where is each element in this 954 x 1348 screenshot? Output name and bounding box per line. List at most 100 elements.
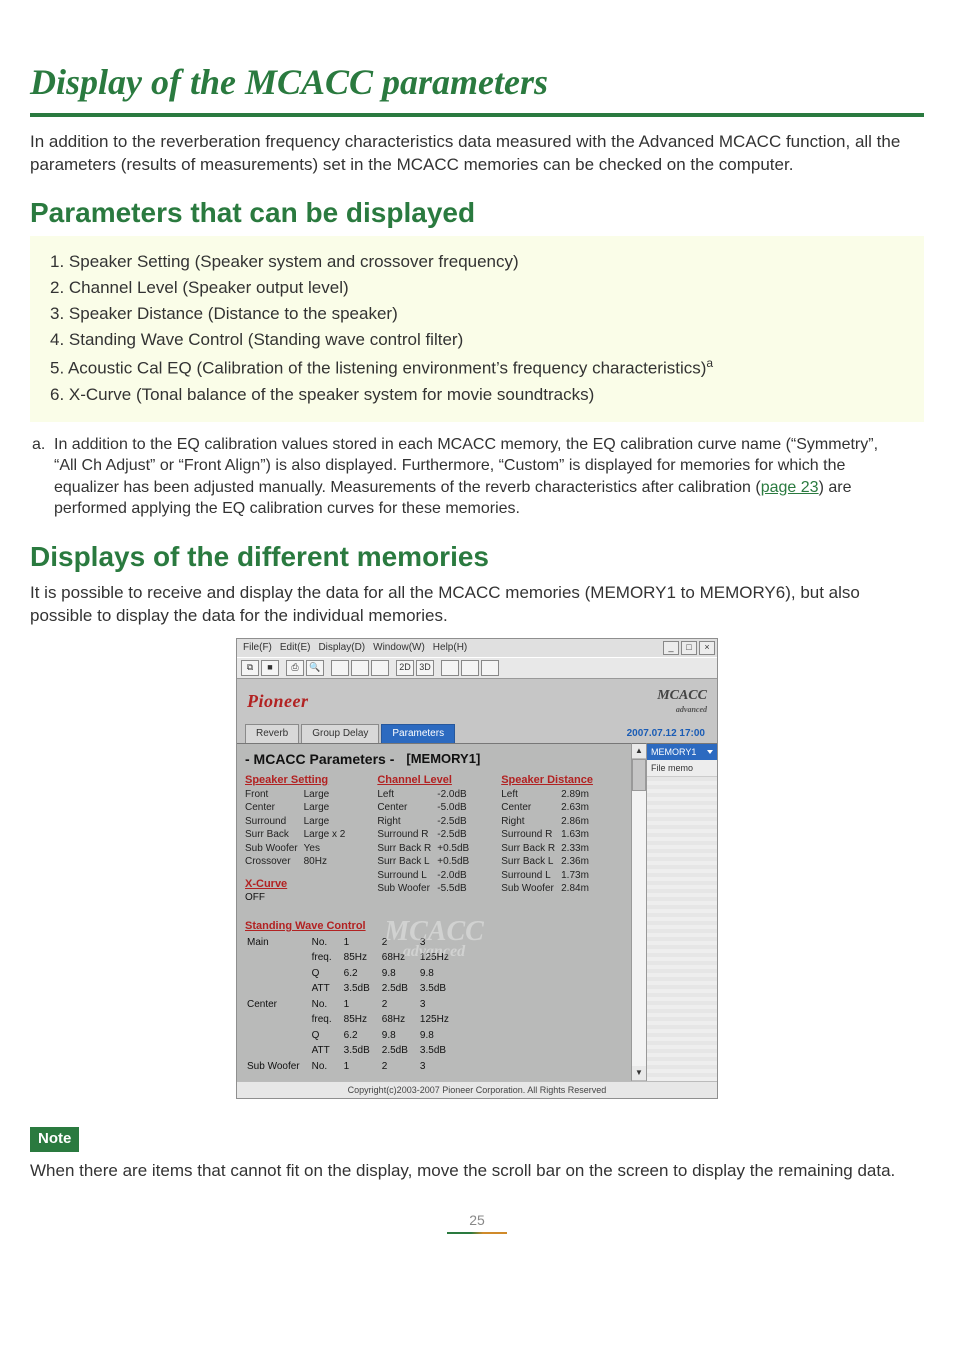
table-row: Q 6.2 9.8 9.8	[247, 967, 459, 981]
memory-selector[interactable]: MEMORY1	[647, 744, 717, 760]
table-row: Surr Back R2.33m	[501, 842, 595, 856]
note-text: When there are items that cannot fit on …	[30, 1160, 924, 1183]
page-number-rule	[447, 1232, 507, 1234]
table-row: Surr Back R+0.5dB	[377, 842, 475, 856]
table-row: Sub Woofer-5.5dB	[377, 882, 475, 896]
toolbar-open-icon[interactable]: ⧉	[241, 660, 259, 676]
table-row: ATT 3.5dB 2.5dB 3.5dB	[247, 1044, 459, 1058]
mcacc-logo-sub: advanced	[657, 705, 707, 716]
param-item-5: 5. Acoustic Cal EQ (Calibration of the l…	[50, 355, 904, 381]
toolbar-save-icon[interactable]: ■	[261, 660, 279, 676]
toolbar-btn-f-icon[interactable]	[481, 660, 499, 676]
table-row: Surround R1.63m	[501, 828, 595, 842]
table-row: Surr BackLarge x 2	[245, 828, 351, 842]
footnote-lead: a.	[32, 434, 54, 520]
side-panel: MEMORY1 File memo	[646, 743, 717, 1081]
table-row: CenterLarge	[245, 801, 351, 815]
parameters-panel: MCACC advanced - MCACC Parameters - [MEM…	[237, 743, 631, 1081]
mcacc-logo-text: MCACC	[657, 687, 707, 706]
app-toolbar: ⧉ ■ ⎙ 🔍 2D 3D	[237, 657, 717, 679]
table-row: Right2.86m	[501, 815, 595, 829]
scroll-up-icon[interactable]: ▲	[632, 744, 646, 759]
section-memories-heading: Displays of the different memories	[30, 538, 924, 576]
file-memo-label: File memo	[647, 760, 717, 777]
tab-parameters[interactable]: Parameters	[381, 724, 455, 743]
param-item-4: 4. Standing Wave Control (Standing wave …	[50, 329, 904, 352]
memory-label: [MEMORY1]	[406, 750, 480, 768]
param-item-1: 1. Speaker Setting (Speaker system and c…	[50, 251, 904, 274]
toolbar-2d-icon[interactable]: 2D	[396, 660, 414, 676]
footnote-a: a. In addition to the EQ calibration val…	[30, 428, 924, 520]
scroll-down-icon[interactable]: ▼	[632, 1066, 646, 1081]
chevron-down-icon	[707, 750, 713, 754]
tab-reverb[interactable]: Reverb	[245, 724, 299, 743]
table-row: Sub Woofer No. 1 2 3	[247, 1060, 459, 1074]
table-row: Right-2.5dB	[377, 815, 475, 829]
page-title: Display of the MCACC parameters	[30, 58, 924, 107]
param-item-5-superscript: a	[706, 356, 713, 370]
menu-window[interactable]: Window(W)	[373, 641, 425, 655]
footnote-body-pre: In addition to the EQ calibration values…	[54, 436, 878, 496]
param-list-box: 1. Speaker Setting (Speaker system and c…	[30, 236, 924, 421]
table-row: Center No. 1 2 3	[247, 998, 459, 1012]
menu-display[interactable]: Display(D)	[318, 641, 365, 655]
channel-level-heading: Channel Level	[377, 773, 475, 788]
table-row: Center2.63m	[501, 801, 595, 815]
side-fill	[647, 777, 717, 1081]
toolbar-btn-e-icon[interactable]	[461, 660, 479, 676]
table-row: Surr Back L2.36m	[501, 855, 595, 869]
title-rule	[30, 113, 924, 117]
toolbar-btn-a-icon[interactable]	[331, 660, 349, 676]
table-row: SurroundLarge	[245, 815, 351, 829]
toolbar-print-icon[interactable]: ⎙	[286, 660, 304, 676]
note-badge: Note	[30, 1127, 79, 1151]
tab-group-delay[interactable]: Group Delay	[301, 724, 379, 743]
toolbar-btn-d-icon[interactable]	[441, 660, 459, 676]
toolbar-preview-icon[interactable]: 🔍	[306, 660, 324, 676]
brand-row: Pioneer MCACC advanced	[237, 679, 717, 725]
x-curve-value: OFF	[245, 891, 351, 905]
menu-edit[interactable]: Edit(E)	[280, 641, 311, 655]
channel-level-column: Channel Level Left-2.0dB Center-5.0dB Ri…	[377, 773, 475, 905]
speaker-setting-heading: Speaker Setting	[245, 773, 351, 788]
table-row: ATT 3.5dB 2.5dB 3.5dB	[247, 982, 459, 996]
menu-help[interactable]: Help(H)	[433, 641, 467, 655]
memory-selector-value: MEMORY1	[651, 746, 696, 758]
speaker-distance-column: Speaker Distance Left2.89m Center2.63m R…	[501, 773, 595, 905]
minimize-icon[interactable]: _	[663, 641, 679, 655]
maximize-icon[interactable]: □	[681, 641, 697, 655]
table-row: freq. 85Hz 68Hz 125Hz	[247, 1013, 459, 1027]
vertical-scrollbar[interactable]: ▲ ▼	[631, 743, 646, 1081]
table-row: Q 6.2 9.8 9.8	[247, 1029, 459, 1043]
table-row: Surround L-2.0dB	[377, 869, 475, 883]
app-screenshot: File(F) Edit(E) Display(D) Window(W) Hel…	[236, 638, 718, 1100]
close-icon[interactable]: ×	[699, 641, 715, 655]
toolbar-btn-b-icon[interactable]	[351, 660, 369, 676]
toolbar-btn-c-icon[interactable]	[371, 660, 389, 676]
table-row: Main No. 1 2 3	[247, 936, 459, 950]
footnote-page-link[interactable]: page 23	[761, 479, 819, 496]
intro-paragraph: In addition to the reverberation frequen…	[30, 131, 924, 177]
timestamp: 2007.07.12 17:00	[627, 727, 709, 743]
pioneer-logo: Pioneer	[247, 689, 309, 713]
scroll-thumb[interactable]	[632, 759, 646, 791]
params-title: - MCACC Parameters -	[245, 750, 394, 769]
tab-row: Reverb Group Delay Parameters 2007.07.12…	[237, 724, 717, 743]
x-curve-heading: X-Curve	[245, 877, 351, 892]
table-row: Center-5.0dB	[377, 801, 475, 815]
section-memories-body: It is possible to receive and display th…	[30, 582, 924, 628]
menu-file[interactable]: File(F)	[243, 641, 272, 655]
table-row: Surround R-2.5dB	[377, 828, 475, 842]
table-row: Left2.89m	[501, 788, 595, 802]
standing-wave-control-block: Standing Wave Control Main No. 1 2 3 fre…	[245, 919, 623, 1075]
table-row: Surr Back L+0.5dB	[377, 855, 475, 869]
table-row: Surround L1.73m	[501, 869, 595, 883]
toolbar-3d-icon[interactable]: 3D	[416, 660, 434, 676]
app-copyright: Copyright(c)2003-2007 Pioneer Corporatio…	[237, 1081, 717, 1098]
table-row: FrontLarge	[245, 788, 351, 802]
section-params-heading: Parameters that can be displayed	[30, 194, 924, 232]
param-item-5-text: 5. Acoustic Cal EQ (Calibration of the l…	[50, 359, 706, 378]
mcacc-logo: MCACC advanced	[657, 687, 707, 717]
app-titlebar: File(F) Edit(E) Display(D) Window(W) Hel…	[237, 639, 717, 657]
swc-heading: Standing Wave Control	[245, 919, 623, 934]
